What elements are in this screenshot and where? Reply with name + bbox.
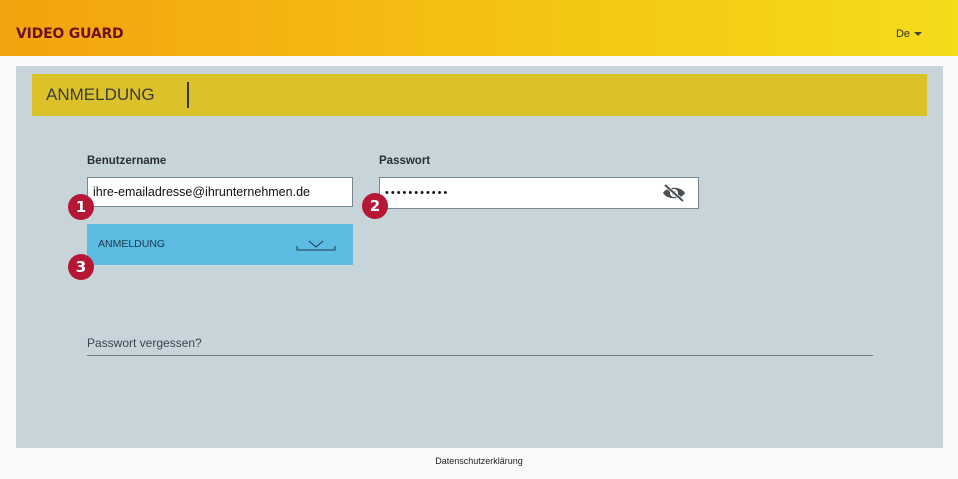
caret-down-icon [914, 32, 922, 36]
login-panel: ANMELDUNG Benutzername ihre-emailadresse… [16, 66, 943, 448]
annotation-badge-2: 2 [362, 193, 388, 219]
divider [87, 355, 873, 356]
privacy-link[interactable]: Datenschutzerklärung [0, 456, 958, 466]
forgot-password-link[interactable]: Passwort vergessen? [87, 336, 202, 350]
video-guard-logo[interactable]: VIDEO GUARD [16, 26, 124, 42]
password-value: ••••••••••• [385, 187, 450, 199]
text-cursor [187, 82, 189, 108]
section-header: ANMELDUNG [32, 74, 927, 116]
password-label: Passwort [379, 155, 431, 167]
chevron-down-icon [296, 240, 336, 251]
login-button-label: ANMELDUNG [98, 238, 166, 250]
top-bar: VIDEO GUARD De [0, 0, 958, 56]
annotation-badge-3: 3 [68, 254, 94, 280]
language-label: De [895, 28, 910, 40]
password-input[interactable]: ••••••••••• [379, 177, 699, 209]
username-label: Benutzername [87, 155, 167, 167]
language-selector[interactable]: De [896, 28, 922, 40]
login-button[interactable]: ANMELDUNG [87, 224, 353, 265]
eye-slash-icon[interactable] [662, 184, 686, 202]
annotation-badge-1: 1 [68, 194, 94, 220]
section-title: ANMELDUNG [46, 85, 155, 104]
username-input[interactable]: ihre-emailadresse@ihrunternehmen.de [87, 177, 353, 207]
